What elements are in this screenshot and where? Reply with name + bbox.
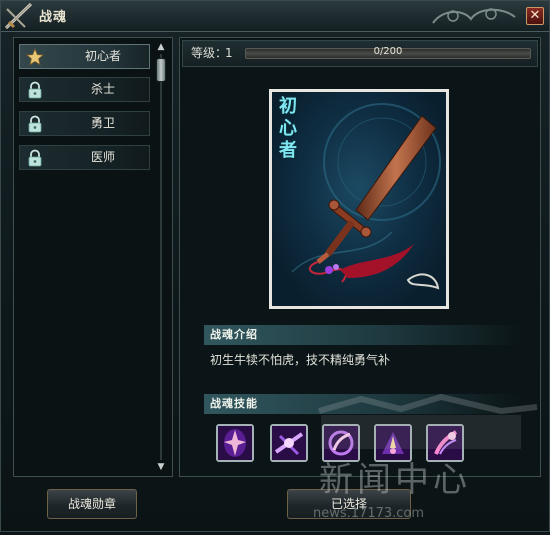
skill-icon-1 [218,426,252,460]
intro-section-header: 战魂介绍 [204,325,524,345]
soul-item-label: 杀士 [90,82,115,96]
scroll-up-arrow-icon[interactable]: ▲ [155,42,167,52]
lock-icon [28,115,42,133]
skills-section-header: 战魂技能 [204,394,524,414]
close-button[interactable]: ✕ [526,7,544,25]
level-value: 1 [225,46,233,60]
soul-item-label: 医师 [90,150,115,164]
skill-slot-4[interactable] [374,424,412,462]
scroll-down-arrow-icon[interactable]: ▼ [155,462,167,472]
skills-header-label: 战魂技能 [210,397,258,410]
scroll-rail[interactable] [160,54,162,460]
skill-icon-2 [272,426,306,460]
intro-description: 初生牛犊不怕虎，技不精纯勇气补 [210,353,391,367]
battle-soul-window: 战魂 ✕ 初心者 杀士 勇卫 医师 ▲ ▼ 等级： 1 0/200 初心者 战魂… [0,0,550,532]
soul-detail-panel: 等级： 1 0/200 初心者 战魂介绍 初生牛犊不怕虎，技不精纯勇气补 战魂技… [179,37,541,477]
skill-slot-5[interactable] [426,424,464,462]
level-bar: 等级： 1 0/200 [182,40,538,67]
experience-progress-bar: 0/200 [245,46,531,59]
star-icon [26,48,44,66]
soul-item-label: 初心者 [84,49,121,63]
soul-card-name: 初心者 [279,96,297,161]
soul-item-warrior[interactable]: 杀士 [19,77,150,102]
lock-icon [28,81,42,99]
skill-slot-2[interactable] [270,424,308,462]
skill-slot-1[interactable] [216,424,254,462]
window-title: 战魂 [39,10,68,25]
soul-card: 初心者 [269,89,449,309]
scroll-thumb[interactable] [156,58,166,82]
intro-header-label: 战魂介绍 [210,328,258,341]
soul-list-panel: 初心者 杀士 勇卫 医师 ▲ ▼ [13,37,173,477]
crossed-swords-icon [4,2,33,30]
experience-progress-text: 0/200 [373,46,403,57]
soul-item-beginner[interactable]: 初心者 [19,44,150,69]
cloud-ornament-icon [432,8,516,24]
soul-medal-button[interactable]: 战魂勋章 [47,489,137,519]
soul-item-label: 勇卫 [90,116,115,130]
soul-item-guard[interactable]: 勇卫 [19,111,150,136]
skill-icon-5 [428,426,462,460]
skill-icon-4 [376,426,410,460]
soul-item-physician[interactable]: 医师 [19,145,150,170]
list-scrollbar[interactable]: ▲ ▼ [155,42,167,472]
title-bar[interactable]: 战魂 ✕ [1,1,549,32]
level-label: 等级： [191,46,228,60]
skill-slot-3[interactable] [322,424,360,462]
soul-card-art: 初心者 [272,92,446,306]
selected-button[interactable]: 已选择 [287,489,411,519]
lock-icon [28,149,42,167]
skill-icon-3 [324,426,358,460]
